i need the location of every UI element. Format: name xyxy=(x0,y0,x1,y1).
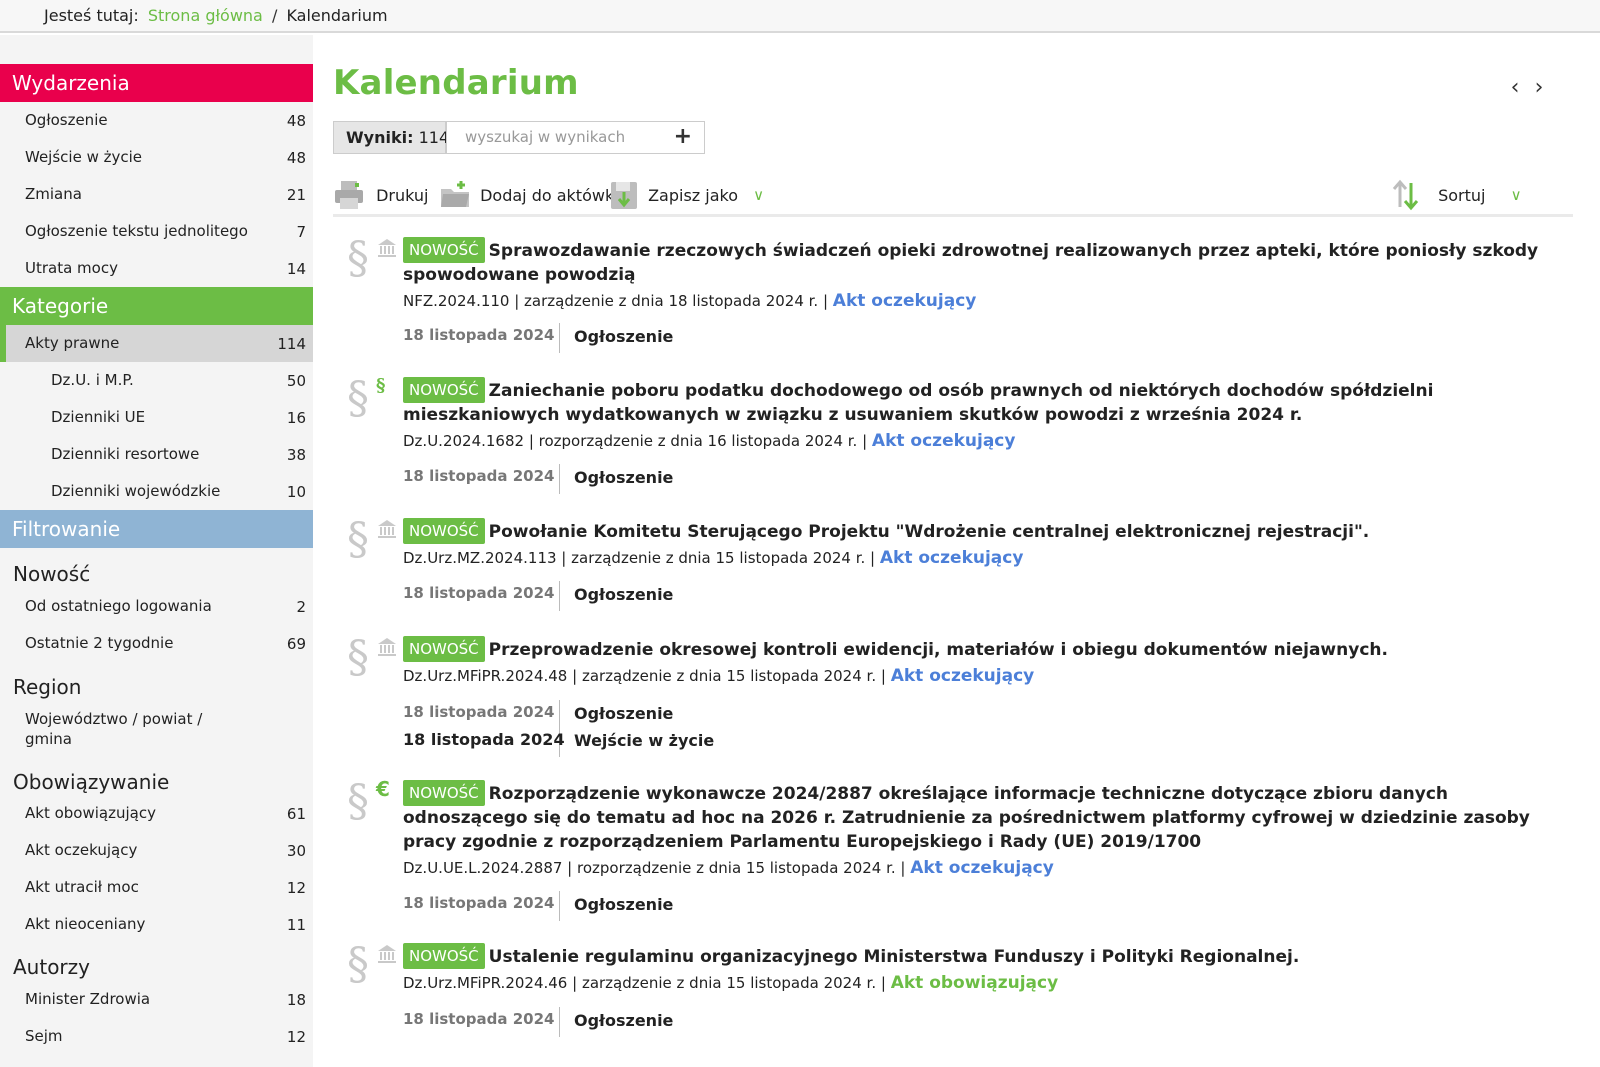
item-meta: Dz.Urz.MFiPR.2024.48 | zarządzenie z dni… xyxy=(403,666,1035,686)
save-as-button[interactable]: Zapisz jako ∨ xyxy=(609,179,764,213)
sort-button[interactable]: Sortuj ∨ xyxy=(1391,179,1522,213)
paragraph-icon: § xyxy=(347,632,369,683)
region-header: Region xyxy=(13,675,82,699)
item-meta: Dz.Urz.MFiPR.2024.46 | zarządzenie z dni… xyxy=(403,973,1059,993)
status-badge[interactable]: Akt obowiązujący xyxy=(891,973,1059,993)
euro-icon: € xyxy=(376,777,390,801)
list-item[interactable]: § NOWOŚĆ Ustalenie regulaminu organizacyj… xyxy=(333,943,1573,1053)
sidebar-item-since-last-login[interactable]: Od ostatniego logowania 2 xyxy=(0,588,313,625)
prev-arrow-icon[interactable]: ‹ xyxy=(1503,75,1527,100)
status-badge[interactable]: Akt oczekujący xyxy=(891,666,1035,686)
authors-header: Autorzy xyxy=(13,955,90,979)
breadcrumb-home-link[interactable]: Strona główna xyxy=(148,6,263,25)
list-item[interactable]: § NOWOŚĆ Sprawozdawanie rzeczowych świadc… xyxy=(333,237,1573,367)
categories-header[interactable]: Kategorie xyxy=(0,287,313,325)
results-count: Wyniki: 114 xyxy=(333,121,449,154)
next-arrow-icon[interactable]: › xyxy=(1527,75,1551,100)
item-meta: Dz.U.UE.L.2024.2887 | rozporządzenie z d… xyxy=(403,858,1054,878)
sidebar: Wydarzenia Ogłoszenie 48 Wejście w życie 4… xyxy=(0,35,313,1067)
building-icon xyxy=(378,638,396,656)
sidebar-item-announcement[interactable]: Ogłoszenie 48 xyxy=(0,102,313,139)
save-icon xyxy=(611,182,637,209)
sidebar-item-minister-of-health[interactable]: Minister Zdrowia 18 xyxy=(0,981,313,1018)
building-icon xyxy=(378,945,396,963)
building-icon xyxy=(378,520,396,538)
sidebar-item-loss-of-force[interactable]: Utrata mocy 14 xyxy=(0,250,313,287)
item-title[interactable]: NOWOŚĆ Przeprowadzenie okresowej kontroli… xyxy=(403,636,1543,662)
events-header[interactable]: Wydarzenia xyxy=(0,64,313,102)
sidebar-item-sejm[interactable]: Sejm 12 xyxy=(0,1018,313,1055)
print-button[interactable]: Drukuj xyxy=(333,179,429,213)
new-badge: NOWOŚĆ xyxy=(403,636,485,662)
status-badge[interactable]: Akt oczekujący xyxy=(833,291,977,311)
new-badge: NOWOŚĆ xyxy=(403,943,485,969)
main-content: Kalendarium ‹› Wyniki: 114 + Drukuj Doda… xyxy=(313,35,1600,1067)
sidebar-item-act-in-force[interactable]: Akt obowiązujący 61 xyxy=(0,795,313,832)
filter-header[interactable]: Filtrowanie xyxy=(0,510,313,548)
sidebar-item-legal-acts[interactable]: Akty prawne 114 xyxy=(0,325,313,362)
plus-icon[interactable]: + xyxy=(674,124,692,149)
breadcrumb-separator: / xyxy=(271,6,278,25)
item-meta: Dz.Urz.MZ.2024.113 | zarządzenie z dnia … xyxy=(403,548,1024,568)
search-in-results: + xyxy=(446,121,705,154)
status-badge[interactable]: Akt oczekujący xyxy=(910,858,1054,878)
toolbar: Drukuj Dodaj do aktówki Zapisz jako ∨ So… xyxy=(333,175,1573,217)
paragraph-icon: § xyxy=(347,776,369,827)
sort-arrows-icon xyxy=(1392,179,1419,211)
sidebar-item-entry-into-force[interactable]: Wejście w życie 48 xyxy=(0,139,313,176)
breadcrumb: Jesteś tutaj: Strona główna / Kalendariu… xyxy=(44,6,392,25)
search-input[interactable] xyxy=(447,122,662,152)
item-title[interactable]: NOWOŚĆ Zaniechanie poboru podatku dochodo… xyxy=(403,377,1543,427)
sidebar-item-dzu-mp[interactable]: Dz.U. i M.P. 50 xyxy=(0,362,313,399)
new-badge: NOWOŚĆ xyxy=(403,377,485,403)
paragraph-icon: § xyxy=(347,939,369,990)
building-icon xyxy=(378,239,396,257)
add-to-briefcase-button[interactable]: Dodaj do aktówki xyxy=(439,179,619,213)
page-title: Kalendarium xyxy=(333,63,579,103)
list-item[interactable]: § § NOWOŚĆ Zaniechanie poboru podatku doc… xyxy=(333,377,1573,507)
sidebar-item-act-expired[interactable]: Akt utracił moc 12 xyxy=(0,869,313,906)
sidebar-item-act-unassessed[interactable]: Akt nieoceniany 11 xyxy=(0,906,313,943)
item-title[interactable]: NOWOŚĆ Rozporządzenie wykonawcze 2024/288… xyxy=(403,780,1543,854)
sidebar-item-change[interactable]: Zmiana 21 xyxy=(0,176,313,213)
sidebar-item-ministry-journals[interactable]: Dzienniki resortowe 38 xyxy=(0,436,313,473)
printer-icon xyxy=(335,181,363,209)
paragraph-icon: § xyxy=(347,514,369,565)
pagination-arrows: ‹ › xyxy=(1503,75,1551,100)
breadcrumb-prefix: Jesteś tutaj: xyxy=(44,6,139,25)
item-title[interactable]: NOWOŚĆ Sprawozdawanie rzeczowych świadcze… xyxy=(403,237,1543,287)
paragraph-icon: § xyxy=(347,233,369,284)
new-badge: NOWOŚĆ xyxy=(403,237,485,263)
small-paragraph-icon: § xyxy=(376,375,386,396)
sidebar-item-last-2-weeks[interactable]: Ostatnie 2 tygodnie 69 xyxy=(0,625,313,662)
item-title[interactable]: NOWOŚĆ Powołanie Komitetu Sterującego Pro… xyxy=(403,518,1543,544)
sidebar-item-act-pending[interactable]: Akt oczekujący 30 xyxy=(0,832,313,869)
status-badge[interactable]: Akt oczekujący xyxy=(880,548,1024,568)
item-meta: Dz.U.2024.1682 | rozporządzenie z dnia 1… xyxy=(403,431,1016,451)
item-meta: NFZ.2024.110 | zarządzenie z dnia 18 lis… xyxy=(403,291,977,311)
sidebar-item-region[interactable]: Województwo / powiat / gmina xyxy=(0,700,313,748)
breadcrumb-current: Kalendarium xyxy=(286,6,388,25)
validity-header: Obowiązywanie xyxy=(13,770,170,794)
paragraph-icon: § xyxy=(347,373,369,424)
sidebar-item-eu-journals[interactable]: Dzienniki UE 16 xyxy=(0,399,313,436)
new-badge: NOWOŚĆ xyxy=(403,780,485,806)
new-badge: NOWOŚĆ xyxy=(403,518,485,544)
sidebar-item-consolidated-text[interactable]: Ogłoszenie tekstu jednolitego 7 xyxy=(0,213,313,250)
novelty-header: Nowość xyxy=(13,562,91,586)
list-item[interactable]: § € NOWOŚĆ Rozporządzenie wykonawcze 2024… xyxy=(333,776,1573,930)
folder-add-icon xyxy=(441,181,469,207)
chevron-down-icon[interactable]: ∨ xyxy=(1511,186,1522,204)
list-item[interactable]: § NOWOŚĆ Powołanie Komitetu Sterującego P… xyxy=(333,518,1573,628)
sidebar-item-voivodeship-journals[interactable]: Dzienniki wojewódzkie 10 xyxy=(0,473,313,510)
item-title[interactable]: NOWOŚĆ Ustalenie regulaminu organizacyjne… xyxy=(403,943,1543,969)
status-badge[interactable]: Akt oczekujący xyxy=(872,431,1016,451)
chevron-down-icon[interactable]: ∨ xyxy=(753,186,764,204)
breadcrumb-bar: Jesteś tutaj: Strona główna / Kalendariu… xyxy=(0,0,1600,33)
list-item[interactable]: § NOWOŚĆ Przeprowadzenie okresowej kontro… xyxy=(333,636,1573,776)
